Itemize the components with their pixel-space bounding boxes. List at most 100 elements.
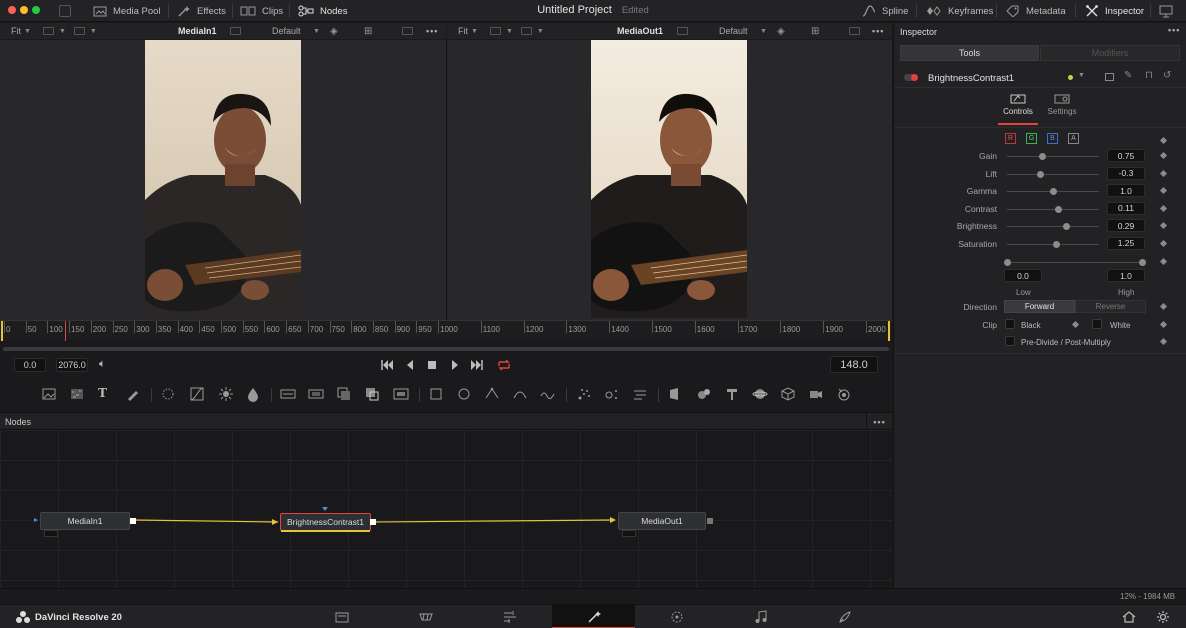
left-viewer[interactable] (0, 40, 446, 320)
left-viewer-mode[interactable]: Default (272, 26, 301, 36)
more-options-icon[interactable]: ••• (1168, 25, 1180, 35)
particle-emitter-icon[interactable] (576, 386, 592, 402)
more-options-icon[interactable]: ••• (866, 413, 892, 430)
roi-icon[interactable] (73, 27, 85, 35)
metadata-button[interactable]: Metadata (1006, 0, 1066, 22)
fullscreen-icon[interactable] (849, 27, 860, 35)
cube-3d-icon[interactable] (780, 386, 796, 402)
deliver-page-icon[interactable] (837, 609, 853, 625)
chevron-down-icon[interactable]: ▼ (313, 28, 320, 35)
fullscreen-icon[interactable] (402, 27, 413, 35)
chevron-down-icon[interactable]: ▼ (471, 28, 478, 35)
keyframe-diamond-icon[interactable] (1159, 221, 1168, 230)
fast-noise-tool-icon[interactable] (69, 386, 85, 402)
param-slider-contrast[interactable] (1007, 205, 1099, 213)
node-output-port[interactable] (707, 518, 713, 524)
spline-button[interactable]: Spline (862, 0, 908, 22)
range-high-field[interactable]: 1.0 (1107, 269, 1145, 282)
param-slider-brightness[interactable] (1007, 223, 1099, 230)
render-range-end[interactable] (888, 321, 890, 341)
nodes-button[interactable]: Nodes (298, 0, 347, 22)
keyframe-diamond-icon[interactable] (1159, 320, 1168, 329)
right-viewer[interactable] (447, 40, 892, 320)
param-value-contrast[interactable]: 0.11 (1107, 201, 1145, 215)
brightness-contrast-icon[interactable] (245, 386, 261, 402)
param-slider-saturation[interactable] (1007, 240, 1099, 248)
keyframe-diamond-icon[interactable] (1159, 239, 1168, 247)
matte-control-icon[interactable] (393, 386, 409, 402)
step-back-icon[interactable] (405, 359, 415, 371)
left-viewer-fit[interactable]: Fit (11, 26, 21, 36)
cut-page-icon[interactable] (418, 609, 434, 625)
paint-stroke-icon[interactable] (540, 386, 556, 402)
chevron-down-icon[interactable]: ▼ (760, 28, 767, 35)
effects-button[interactable]: Effects (177, 0, 226, 22)
range-low-field[interactable]: 0.0 (1004, 269, 1042, 282)
color-channel-icon[interactable]: ◈ (777, 26, 785, 37)
param-value-gain[interactable]: 0.75 (1107, 149, 1145, 162)
roi-icon[interactable] (520, 27, 532, 35)
fusion-page-tab[interactable] (552, 605, 635, 628)
tab-modifiers[interactable]: Modifiers (1040, 45, 1180, 61)
slider-knob[interactable] (1038, 153, 1046, 160)
close-window-button[interactable] (8, 6, 16, 14)
slider-knob[interactable] (1037, 170, 1045, 178)
gear-icon[interactable] (1156, 610, 1170, 624)
keyframe-diamond-icon[interactable] (1159, 136, 1168, 145)
slider-knob[interactable] (1062, 223, 1070, 230)
param-value-saturation[interactable]: 1.25 (1107, 236, 1145, 250)
text-3d-icon[interactable] (724, 386, 740, 402)
shape-3d-icon[interactable] (752, 386, 768, 402)
reset-icon[interactable]: ↺ (1163, 70, 1171, 81)
chevron-down-icon[interactable]: ▼ (90, 28, 97, 35)
viewer-option-icon[interactable] (677, 27, 688, 35)
direction-forward-button[interactable]: Forward (1004, 300, 1075, 313)
right-viewer-mode[interactable]: Default (719, 26, 748, 36)
home-icon[interactable] (1122, 610, 1136, 624)
subtab-controls[interactable]: Controls (998, 93, 1038, 125)
minimize-window-button[interactable] (20, 6, 28, 14)
param-slider-lift[interactable] (1007, 170, 1099, 178)
param-value-brightness[interactable]: 0.29 (1107, 219, 1145, 232)
node-media-in[interactable]: MediaIn1 (40, 512, 130, 530)
color-curves-icon[interactable] (189, 386, 205, 402)
keyframe-diamond-icon[interactable] (1159, 302, 1168, 311)
rectangle-mask-icon[interactable] (428, 386, 444, 402)
slider-knob[interactable] (1050, 188, 1057, 195)
current-time-field[interactable]: 148.0 (830, 356, 878, 373)
inspector-button[interactable]: Inspector (1085, 0, 1144, 22)
node-media-out[interactable]: MediaOut1 (618, 512, 706, 530)
loop-icon[interactable] (496, 358, 512, 372)
pin-icon[interactable]: ✎ (1124, 70, 1132, 81)
channel-green-toggle[interactable]: G (1026, 133, 1037, 144)
screen-layout-icon[interactable] (1159, 4, 1173, 18)
viewer-option-icon[interactable] (230, 27, 241, 35)
color-corrector-icon[interactable] (160, 386, 176, 402)
range-high-knob[interactable] (1139, 259, 1146, 266)
channel-booleans-icon[interactable] (364, 386, 380, 402)
tool-header[interactable]: BrightnessContrast1 ▼ ✎ ⊓ ↺ (894, 68, 1186, 88)
keyframe-diamond-icon[interactable] (1159, 257, 1168, 266)
node-editor[interactable]: MediaIn1 BrightnessContrast1 MediaOut1 (0, 430, 892, 588)
more-options-icon[interactable]: ••• (872, 26, 884, 36)
camera-3d-icon[interactable] (808, 386, 824, 402)
playhead[interactable] (65, 321, 66, 341)
glow-icon[interactable] (308, 386, 324, 402)
media-page-icon[interactable] (334, 609, 350, 625)
grid-icon[interactable]: ⊞ (811, 26, 819, 37)
param-value-gamma[interactable]: 1.0 (1107, 184, 1145, 197)
channel-alpha-toggle[interactable]: A (1068, 133, 1079, 144)
particle-render-icon[interactable] (604, 386, 620, 402)
direction-reverse-button[interactable]: Reverse (1075, 300, 1146, 313)
tab-tools[interactable]: Tools (900, 45, 1039, 61)
blur-icon[interactable] (280, 386, 296, 402)
range-slider[interactable] (1004, 259, 1146, 266)
slider-knob[interactable] (1052, 240, 1060, 248)
more-options-icon[interactable]: ••• (426, 26, 438, 36)
param-slider-gain[interactable] (1007, 153, 1099, 160)
panel-toggle-icon[interactable] (59, 5, 71, 17)
param-value-lift[interactable]: -0.3 (1107, 166, 1145, 180)
time-ruler[interactable]: 0 50 100 150 200 250 300 350 400 450 500 550 600 650 7… (0, 320, 892, 341)
color-page-icon[interactable] (669, 609, 685, 625)
predivide-checkbox[interactable] (1005, 336, 1015, 346)
